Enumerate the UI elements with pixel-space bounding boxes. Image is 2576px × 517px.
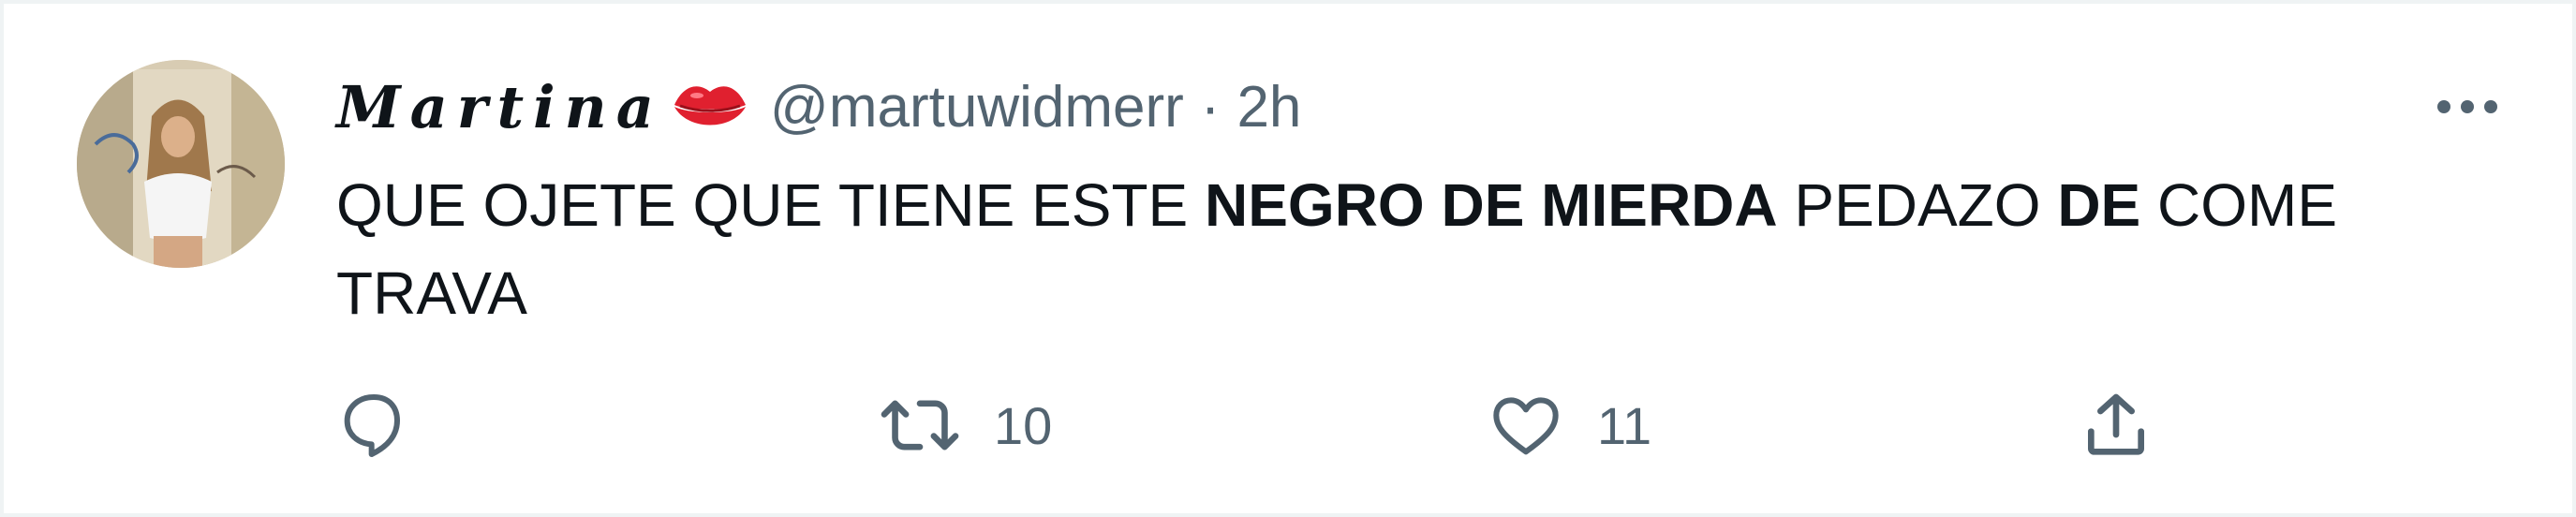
tweet-card[interactable]: Martina @martuwidmerr · 2h QUE OJETE QUE… <box>0 0 2576 517</box>
separator-dot: · <box>1200 74 1221 140</box>
reply-button[interactable] <box>336 378 411 472</box>
tweet-text-part-bold: NEGRO DE MIERDA <box>1205 171 1778 239</box>
tweet-text-part: PEDAZO <box>1777 171 2058 239</box>
avatar[interactable] <box>77 60 285 268</box>
retweet-count: 10 <box>994 395 1053 455</box>
tweet-text-part-bold: DE <box>2057 171 2141 239</box>
tweet-text: QUE OJETE QUE TIENE ESTE NEGRO DE MIERDA… <box>336 161 2444 337</box>
share-upload-icon <box>2088 393 2144 455</box>
timestamp[interactable]: 2h <box>1236 74 1301 140</box>
speech-bubble-icon <box>344 394 400 457</box>
like-count: 11 <box>1597 395 1652 455</box>
tweet-header: Martina @martuwidmerr · 2h <box>336 67 1301 146</box>
tweet-text-part: QUE OJETE QUE TIENE ESTE <box>336 171 1205 239</box>
share-button[interactable] <box>2079 378 2154 472</box>
lips-icon <box>671 77 749 137</box>
retweet-arrows-icon <box>881 400 959 451</box>
retweet-button[interactable]: 10 <box>880 378 1052 472</box>
display-name[interactable]: Martina <box>336 73 663 141</box>
heart-icon <box>1493 397 1559 455</box>
user-handle[interactable]: @martuwidmerr <box>770 74 1184 140</box>
more-options-button[interactable] <box>2425 79 2509 135</box>
ellipsis-icon <box>2437 100 2497 113</box>
like-button[interactable]: 11 <box>1488 378 1651 472</box>
